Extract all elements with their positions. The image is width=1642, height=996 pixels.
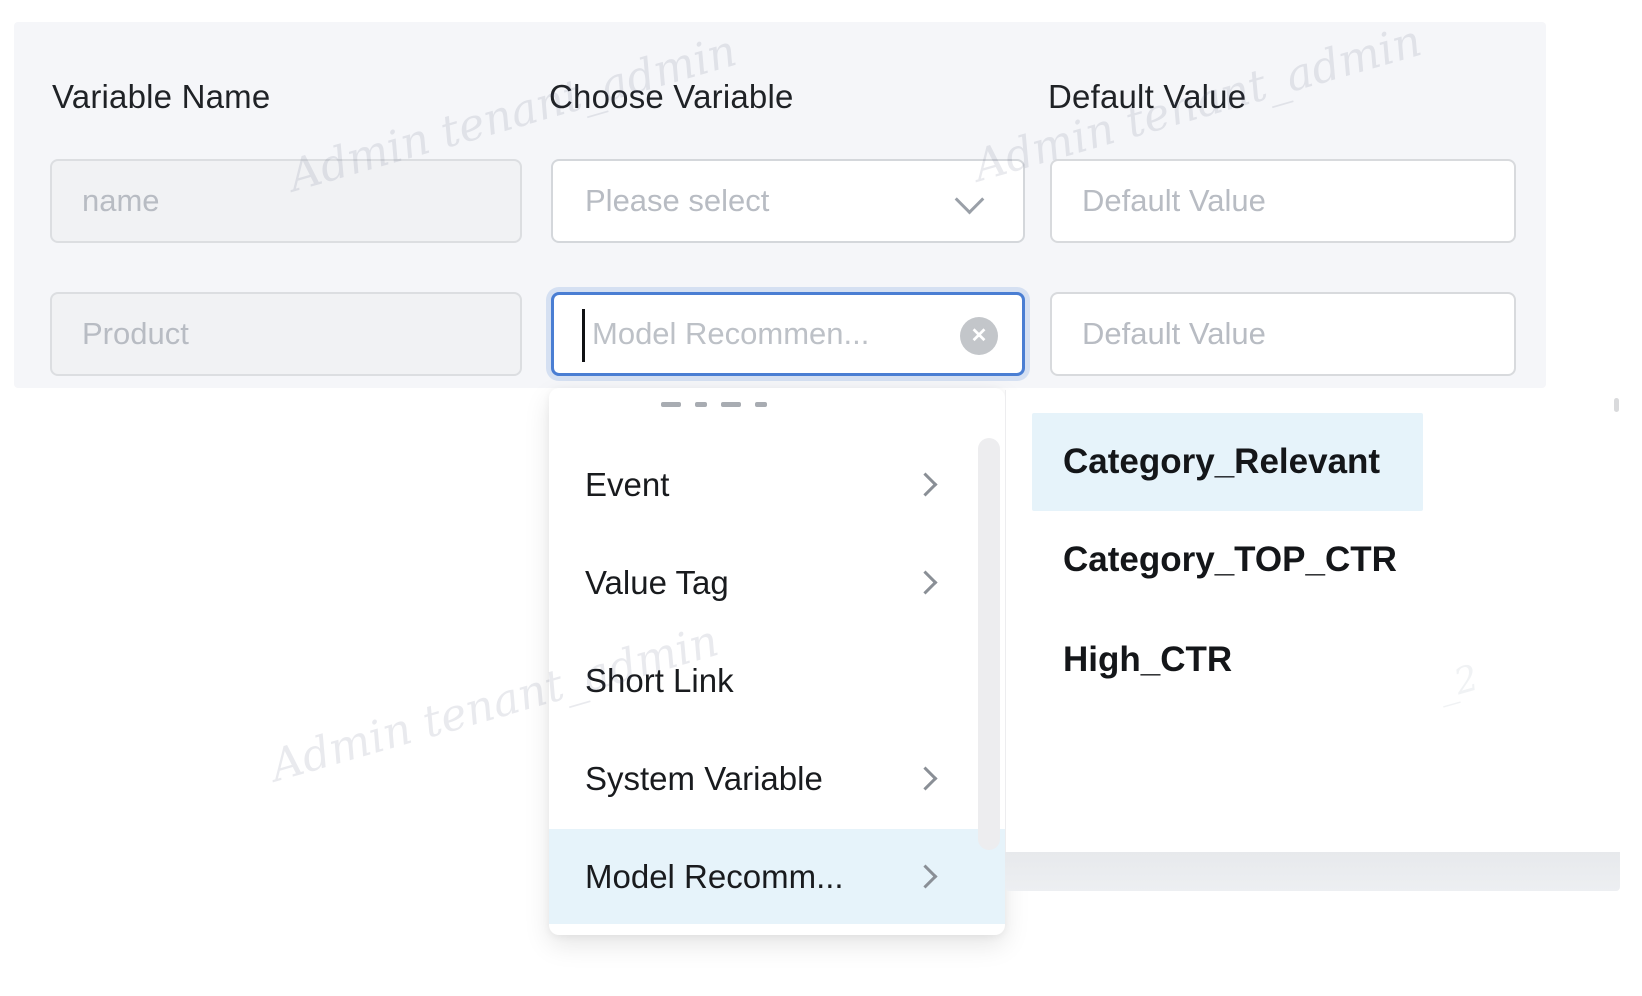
choose-variable-select-row2[interactable]: Model Recommen... ✕ [551, 292, 1025, 376]
chevron-right-icon [913, 864, 937, 888]
default-value-input-row2[interactable] [1050, 292, 1516, 376]
submenu-item-label: Category_TOP_CTR [1063, 511, 1397, 609]
menu-item-value-tag[interactable]: Value Tag [549, 535, 1005, 630]
submenu-scrollbar[interactable] [1614, 398, 1619, 412]
menu-item-label: Event [585, 437, 669, 532]
clear-selection-button[interactable]: ✕ [960, 317, 998, 355]
variable-name-label: Variable Name [52, 78, 270, 116]
menu-item-label: Short Link [585, 633, 734, 728]
chevron-right-icon [913, 472, 937, 496]
menu-item-label: Model Recomm... [585, 829, 844, 924]
chevron-right-icon [913, 570, 937, 594]
default-value-label: Default Value [1048, 78, 1246, 116]
submenu-item-high-ctr[interactable]: High_CTR [1032, 611, 1423, 709]
submenu-item-label: Category_Relevant [1063, 413, 1380, 511]
menu-item-event[interactable]: Event [549, 437, 1005, 532]
submenu-bottom-shadow [1005, 852, 1620, 891]
cascader-submenu: Category_Relevant Category_TOP_CTR High_… [1005, 390, 1620, 852]
screen: Variable Name Choose Variable Default Va… [0, 0, 1642, 996]
menu-item-label: Value Tag [585, 535, 729, 630]
text-cursor [582, 309, 585, 362]
menu-item-system-variable[interactable]: System Variable [549, 731, 1005, 826]
submenu-item-category-relevant[interactable]: Category_Relevant [1032, 413, 1423, 511]
close-icon: ✕ [971, 326, 988, 346]
choose-variable-label: Choose Variable [549, 78, 794, 116]
submenu-item-label: High_CTR [1063, 611, 1232, 709]
submenu-item-category-top-ctr[interactable]: Category_TOP_CTR [1032, 511, 1423, 609]
select-placeholder-text: Please select [585, 161, 769, 241]
select-value-text: Model Recommen... [592, 295, 869, 373]
menu-item-model-recommend[interactable]: Model Recomm... [549, 829, 1005, 924]
chevron-down-icon [957, 187, 983, 205]
scrolled-item-fragment [661, 394, 781, 400]
chevron-right-icon [913, 766, 937, 790]
menu-item-short-link[interactable]: Short Link [549, 633, 1005, 728]
variable-name-input-row1 [50, 159, 522, 243]
cascader-menu: Event Value Tag Short Link System Variab… [549, 388, 1005, 935]
menu-scrollbar[interactable] [978, 438, 1000, 850]
variable-name-input-row2 [50, 292, 522, 376]
menu-item-label: System Variable [585, 731, 823, 826]
default-value-input-row1[interactable] [1050, 159, 1516, 243]
choose-variable-select-row1[interactable]: Please select [551, 159, 1025, 243]
